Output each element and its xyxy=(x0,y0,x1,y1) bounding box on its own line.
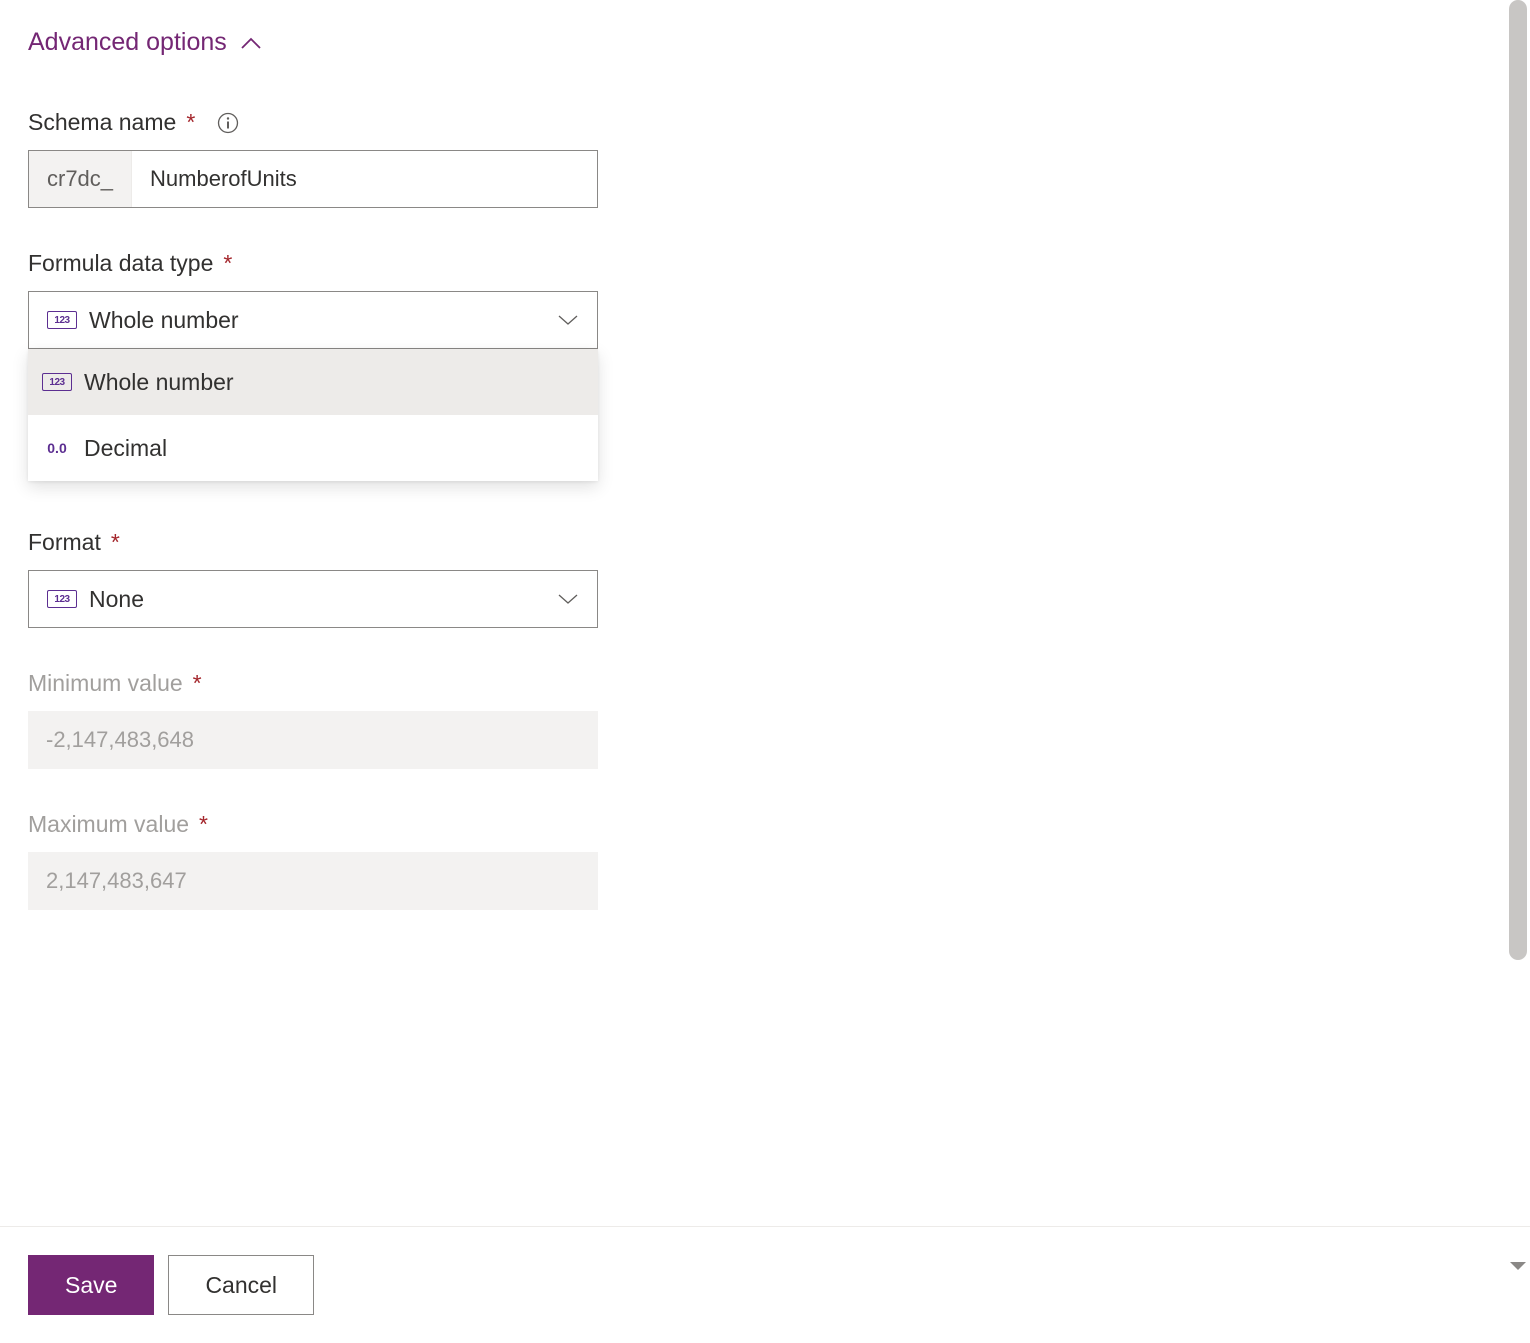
maximum-value-field: Maximum value * xyxy=(28,811,1502,910)
maximum-value-label-text: Maximum value xyxy=(28,811,189,838)
format-label-text: Format xyxy=(28,529,101,556)
info-icon[interactable] xyxy=(217,112,239,134)
formula-data-type-label: Formula data type * xyxy=(28,250,1502,277)
save-button[interactable]: Save xyxy=(28,1255,154,1315)
number-icon: 123 xyxy=(42,373,72,391)
format-select[interactable]: 123 None xyxy=(28,570,598,628)
format-select-wrap: 123 None xyxy=(28,570,598,628)
schema-prefix: cr7dc_ xyxy=(29,151,132,207)
required-asterisk: * xyxy=(186,109,195,136)
footer-actions: Save Cancel xyxy=(0,1226,1530,1343)
advanced-options-label: Advanced options xyxy=(28,28,227,57)
minimum-value-label: Minimum value * xyxy=(28,670,1502,697)
scrollbar-track[interactable] xyxy=(1506,0,1530,1280)
maximum-value-label: Maximum value * xyxy=(28,811,1502,838)
option-whole-number-label: Whole number xyxy=(84,369,234,396)
chevron-up-icon xyxy=(241,37,261,49)
required-asterisk: * xyxy=(193,670,202,697)
schema-name-label: Schema name * xyxy=(28,109,1502,136)
scrollbar-thumb[interactable] xyxy=(1509,0,1527,960)
scrollbar-down-arrow-icon[interactable] xyxy=(1509,1252,1527,1270)
format-selected: None xyxy=(89,586,557,613)
cancel-button[interactable]: Cancel xyxy=(168,1255,314,1315)
formula-data-type-select-wrap: 123 Whole number 123 Whole number xyxy=(28,291,598,349)
required-asterisk: * xyxy=(223,250,232,277)
minimum-value-input xyxy=(28,711,598,769)
schema-name-field: Schema name * cr7dc_ xyxy=(28,109,1502,208)
maximum-value-input xyxy=(28,852,598,910)
required-asterisk: * xyxy=(199,811,208,838)
formula-data-type-dropdown: 123 Whole number 0.0 Decimal xyxy=(28,349,598,481)
number-icon: 123 xyxy=(47,311,77,329)
required-asterisk: * xyxy=(111,529,120,556)
formula-data-type-field: Formula data type * 123 Whole number 123 xyxy=(28,250,1502,349)
minimum-value-label-text: Minimum value xyxy=(28,670,183,697)
option-whole-number[interactable]: 123 Whole number xyxy=(28,349,598,415)
decimal-icon: 0.0 xyxy=(42,439,72,457)
formula-data-type-label-text: Formula data type xyxy=(28,250,213,277)
schema-name-input-wrap: cr7dc_ xyxy=(28,150,598,208)
number-icon: 123 xyxy=(47,590,77,608)
format-label: Format * xyxy=(28,529,1502,556)
formula-data-type-select[interactable]: 123 Whole number xyxy=(28,291,598,349)
schema-name-input[interactable] xyxy=(132,151,597,207)
schema-name-label-text: Schema name xyxy=(28,109,176,136)
minimum-value-field: Minimum value * xyxy=(28,670,1502,769)
chevron-down-icon xyxy=(557,586,579,612)
option-decimal[interactable]: 0.0 Decimal xyxy=(28,415,598,481)
form-content: Advanced options Schema name * cr7dc_ xyxy=(0,0,1530,930)
advanced-options-toggle[interactable]: Advanced options xyxy=(28,28,1502,57)
formula-data-type-selected: Whole number xyxy=(89,307,557,334)
option-decimal-label: Decimal xyxy=(84,435,167,462)
chevron-down-icon xyxy=(557,307,579,333)
format-field: Format * 123 None xyxy=(28,529,1502,628)
